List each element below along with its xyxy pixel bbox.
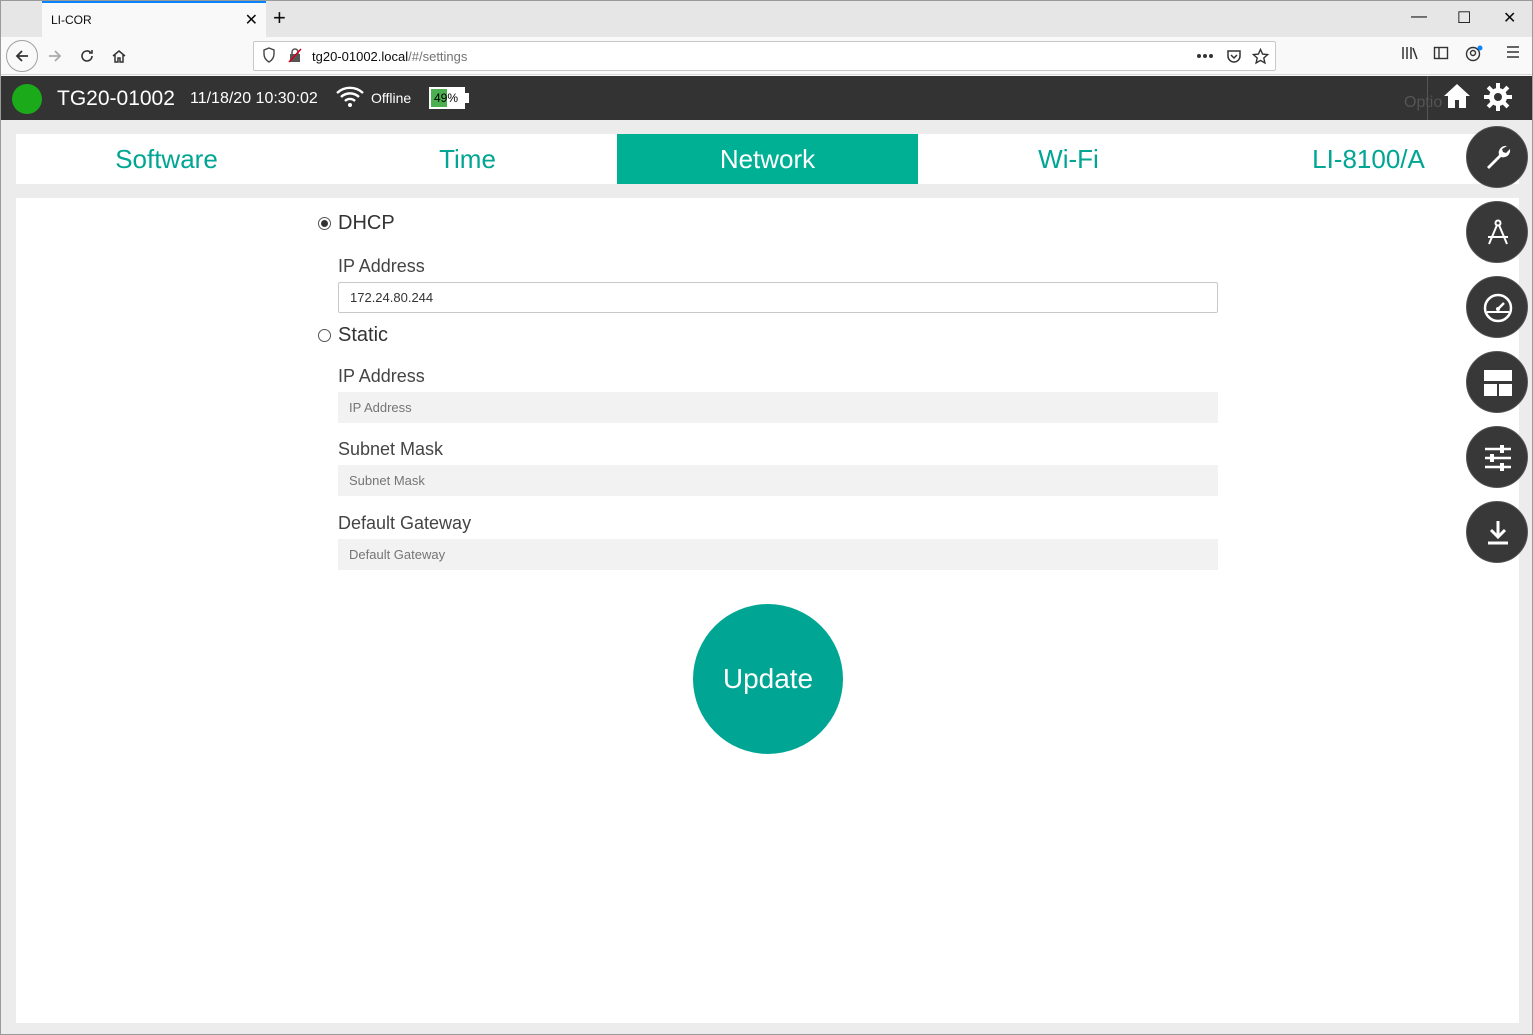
close-window-button[interactable]: ✕	[1503, 8, 1516, 28]
battery-percent: 49%	[434, 91, 459, 105]
menu-icon[interactable]	[1505, 45, 1521, 59]
gear-icon[interactable]	[1483, 82, 1513, 112]
compass-icon	[1488, 219, 1508, 245]
url-path: /#/settings	[408, 49, 468, 64]
app-header: TG20-01002 11/18/20 10:30:02 Offline 49%…	[1, 76, 1532, 120]
minimize-button[interactable]: —	[1411, 8, 1427, 26]
tools-button[interactable]	[1466, 126, 1528, 188]
download-button[interactable]	[1466, 501, 1528, 563]
layout-icon	[1484, 370, 1512, 396]
dhcp-label: DHCP	[338, 212, 395, 234]
subnet-field[interactable]	[338, 465, 1218, 496]
device-name: TG20-01002	[57, 87, 175, 110]
sidebar-icon[interactable]	[1433, 45, 1449, 61]
tab-close-icon[interactable]: ✕	[245, 10, 258, 30]
insecure-lock-icon[interactable]	[288, 47, 302, 63]
update-button[interactable]: Update	[693, 604, 843, 754]
tab-time[interactable]: Time	[317, 134, 618, 184]
nav-bar: tg20-01002.local/#/settings	[1, 37, 1532, 75]
library-icon[interactable]	[1401, 45, 1419, 61]
measure-button[interactable]	[1466, 201, 1528, 263]
tab-wifi[interactable]: Wi-Fi	[918, 134, 1219, 184]
header-divider	[1427, 76, 1428, 120]
forward-button[interactable]	[41, 42, 69, 70]
forward-arrow-icon	[49, 50, 62, 62]
dhcp-ip-field[interactable]	[338, 282, 1218, 313]
new-tab-button[interactable]: +	[273, 5, 286, 31]
network-form: DHCP IP Address Static IP Address Subnet…	[16, 198, 1519, 1023]
home-nav-icon	[112, 50, 126, 63]
reload-icon	[81, 50, 93, 62]
battery-indicator: 49%	[429, 87, 465, 109]
tab-network[interactable]: Network	[617, 134, 918, 184]
account-icon[interactable]	[1465, 45, 1483, 63]
layout-button[interactable]	[1466, 351, 1528, 413]
sliders-icon	[1485, 445, 1511, 471]
back-arrow-icon	[15, 50, 28, 62]
browser-tab[interactable]: LI-COR ✕	[42, 1, 266, 37]
wrench-icon	[1487, 145, 1511, 169]
gauge-icon	[1483, 293, 1513, 323]
tab-software[interactable]: Software	[16, 134, 317, 184]
tab-strip: LI-COR ✕ + — ☐ ✕	[1, 1, 1532, 37]
wifi-icon	[336, 86, 364, 107]
maximize-button[interactable]: ☐	[1457, 8, 1471, 28]
settings-tabs: Software Time Network Wi-Fi LI-8100/A	[16, 134, 1519, 184]
home-icon[interactable]	[1442, 81, 1472, 111]
url-host: tg20-01002.local	[312, 49, 409, 64]
download-icon	[1488, 521, 1508, 545]
shield-icon[interactable]	[262, 47, 276, 63]
subnet-label: Subnet Mask	[338, 439, 444, 459]
static-ip-field[interactable]	[338, 392, 1218, 423]
tab-title: LI-COR	[51, 13, 92, 27]
home-button[interactable]	[105, 42, 133, 70]
gateway-label: Default Gateway	[338, 513, 472, 533]
battery-nub	[465, 93, 469, 103]
url-bar[interactable]: tg20-01002.local/#/settings	[253, 41, 1276, 71]
gateway-field[interactable]	[338, 539, 1218, 570]
back-button[interactable]	[6, 40, 38, 72]
bookmark-star-icon[interactable]	[1252, 48, 1269, 65]
url-text: tg20-01002.local/#/settings	[312, 49, 467, 64]
browser-window: LI-COR ✕ + — ☐ ✕ tg20-01002.local/#/sett…	[0, 0, 1533, 1035]
device-clock: 11/18/20 10:30:02	[190, 90, 318, 107]
settings-page: Software Time Network Wi-Fi LI-8100/A DH…	[1, 120, 1532, 1034]
static-ip-label: IP Address	[338, 366, 425, 386]
reload-button[interactable]	[73, 42, 101, 70]
dhcp-ip-label: IP Address	[338, 256, 425, 276]
more-actions-icon[interactable]	[1196, 53, 1214, 59]
static-radio[interactable]	[318, 329, 331, 342]
settings-sliders-button[interactable]	[1466, 426, 1528, 488]
static-label: Static	[338, 324, 389, 346]
dhcp-radio[interactable]	[318, 217, 331, 230]
options-label: Optio	[1404, 94, 1443, 111]
status-indicator	[12, 84, 42, 114]
gauge-button[interactable]	[1466, 276, 1528, 338]
wifi-status: Offline	[371, 90, 412, 106]
pocket-icon[interactable]	[1226, 48, 1242, 64]
